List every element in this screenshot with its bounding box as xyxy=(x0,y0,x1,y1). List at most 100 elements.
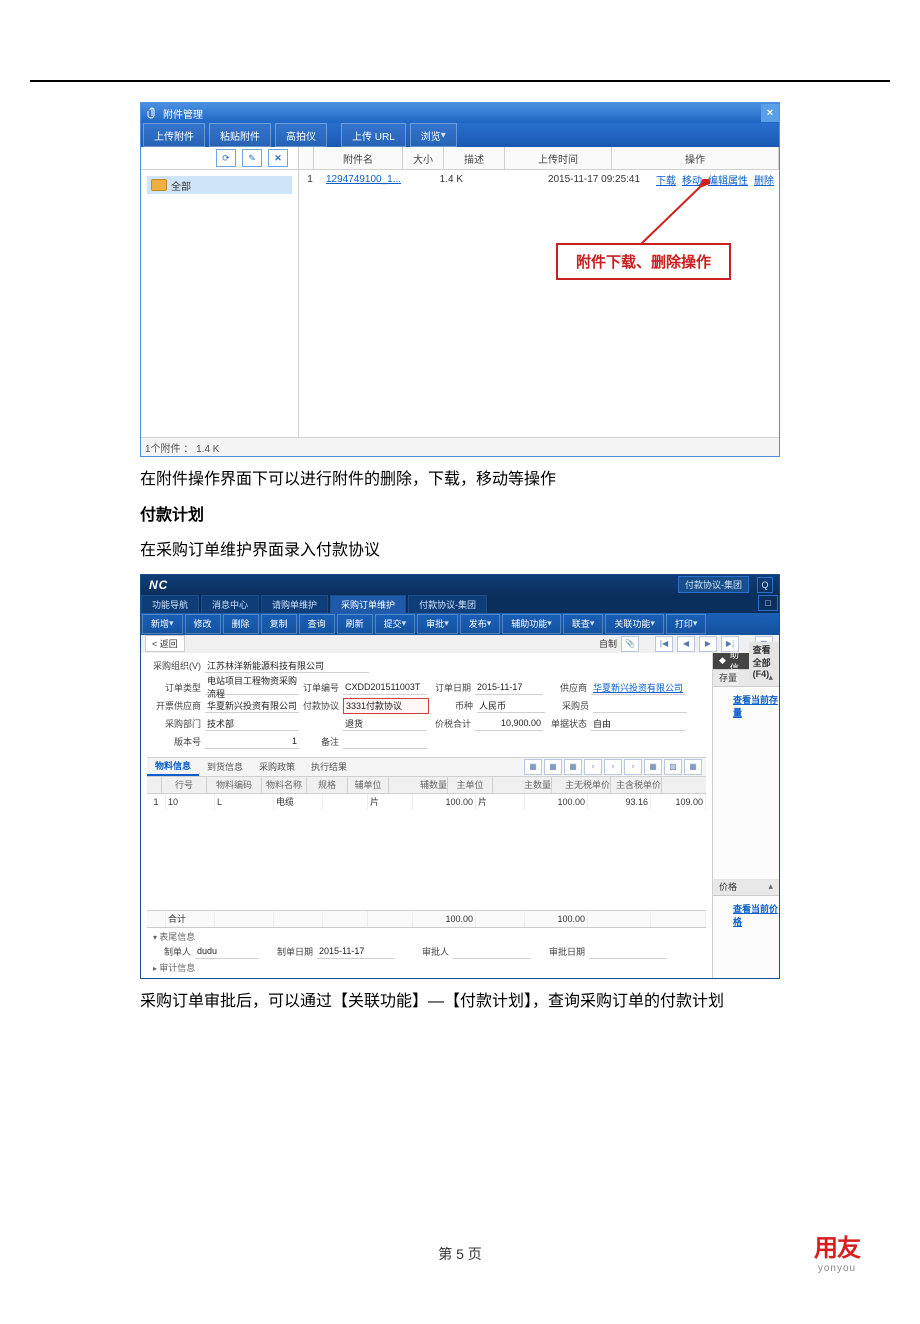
field-supplier[interactable]: 华夏新兴投资有限公司 xyxy=(591,680,685,695)
field-currency[interactable]: 人民币 xyxy=(477,698,545,713)
paste-file-button[interactable]: 粘贴附件 xyxy=(209,123,271,147)
erp-back-row: < 返回 自制 📎 |◀ ◀ ▶ ▶| ▦ xyxy=(141,635,779,653)
self-made-label: 自制 xyxy=(599,637,617,650)
query-button[interactable]: 查询 xyxy=(299,614,335,634)
detail-tabs: 物料信息 到货信息 采购政策 执行结果 ▦ ▦ ▦ ▫ ▫ ▫ ▦ ▧ xyxy=(147,757,706,777)
erp-form: 采购组织(V) 江苏林洋新能源科技有限公司 订单类型电站项目工程物资采购流程 订… xyxy=(141,653,712,978)
grid-tool-icon[interactable]: ▧ xyxy=(664,759,682,775)
collapse-icon[interactable]: ▴ xyxy=(768,881,779,892)
grid-tool-icon[interactable]: ▦ xyxy=(564,759,582,775)
annotation-callout: 附件下载、删除操作 xyxy=(556,243,731,280)
upload-file-button[interactable]: 上传附件 xyxy=(143,123,205,147)
col-size: 大小 xyxy=(403,147,444,169)
body-text: 在附件操作界面下可以进行附件的删除，下载，移动等操作 xyxy=(140,467,780,493)
tab-func-nav[interactable]: 功能导航 xyxy=(141,595,199,613)
section-heading: 付款计划 xyxy=(140,503,780,529)
grid-tool-icon[interactable]: ▫ xyxy=(624,759,642,775)
grid-tool-icon[interactable]: ▦ xyxy=(544,759,562,775)
refresh-icon[interactable]: ⟳ xyxy=(216,149,236,167)
collapse-icon[interactable]: ▴ xyxy=(768,672,779,683)
field-return[interactable]: 退货 xyxy=(343,716,427,731)
detail-grid-row[interactable]: 1 10 L 电缆 片 100.00 片 100.00 93.16 109.00 xyxy=(147,794,706,810)
dispatch-button[interactable]: 发布 xyxy=(460,614,501,634)
review-button[interactable]: 审批 xyxy=(417,614,458,634)
view-stock-link[interactable]: 查看当前存量 xyxy=(713,687,779,719)
field-creator: dudu xyxy=(195,944,259,959)
maximize-icon[interactable]: □ xyxy=(758,595,778,611)
refresh-button[interactable]: 刷新 xyxy=(337,614,373,634)
grid-tool-icon[interactable]: ▦ xyxy=(524,759,542,775)
upload-url-button[interactable]: 上传 URL xyxy=(341,123,406,147)
delete-folder-icon[interactable]: ✕ xyxy=(268,149,288,167)
attachment-row[interactable]: 1 1294749100_1... 1.4 K 2015-11-17 09:25… xyxy=(299,170,779,188)
col-desc: 描述 xyxy=(444,147,505,169)
next-icon[interactable]: ▶ xyxy=(699,636,717,652)
field-order-no[interactable]: CXDD201511003T xyxy=(343,680,427,695)
move-link[interactable]: 移动 xyxy=(682,172,702,187)
browse-button[interactable]: 浏览 xyxy=(410,123,457,147)
field-purchase-org[interactable]: 江苏林洋新能源科技有限公司 xyxy=(205,658,369,673)
attachment-icon[interactable]: 📎 xyxy=(621,636,639,652)
new-button[interactable]: 新增 xyxy=(142,614,183,634)
download-link[interactable]: 下载 xyxy=(656,172,676,187)
field-dept[interactable]: 技术部 xyxy=(205,716,299,731)
audit-info-section[interactable]: 审计信息 xyxy=(147,961,706,974)
global-search-field[interactable]: 付款协议-集团 xyxy=(678,576,749,593)
body-text: 采购订单审批后，可以通过【关联功能】—【付款计划】，查询采购订单的付款计划 xyxy=(140,989,780,1015)
aux-button[interactable]: 辅助功能 xyxy=(502,614,561,634)
field-review-date xyxy=(589,944,667,959)
back-button[interactable]: < 返回 xyxy=(145,635,185,652)
edit-button[interactable]: 修改 xyxy=(185,614,221,634)
attachment-name-link[interactable]: 1294749100_1... xyxy=(322,174,419,185)
col-time: 上传时间 xyxy=(505,147,612,169)
link-button[interactable]: 联查 xyxy=(563,614,604,634)
first-icon[interactable]: |◀ xyxy=(655,636,673,652)
edit-icon[interactable]: ✎ xyxy=(242,149,262,167)
field-remark[interactable] xyxy=(343,734,427,749)
field-order-type[interactable]: 电站项目工程物资采购流程 xyxy=(205,680,299,695)
field-purchaser[interactable] xyxy=(593,698,687,713)
print-button[interactable]: 打印 xyxy=(666,614,707,634)
page-number: 第 5 页 xyxy=(0,1244,920,1264)
body-text: 在采购订单维护界面录入付款协议 xyxy=(140,538,780,564)
grid-tool-icon[interactable]: ▫ xyxy=(604,759,622,775)
edit-props-link[interactable]: 编辑属性 xyxy=(708,172,748,187)
submit-button[interactable]: 提交 xyxy=(375,614,416,634)
field-create-date: 2015-11-17 xyxy=(317,944,395,959)
field-status: 自由 xyxy=(591,716,685,731)
tab-msg-center[interactable]: 消息中心 xyxy=(201,595,259,613)
tab-result[interactable]: 执行结果 xyxy=(303,758,355,775)
field-pay-agreement[interactable]: 3331付款协议 xyxy=(343,698,429,714)
delete-link[interactable]: 删除 xyxy=(754,172,774,187)
attachment-list: 附件名 大小 描述 上传时间 操作 1 1294749100_1... 1.4 … xyxy=(299,147,779,437)
tab-arrival[interactable]: 到货信息 xyxy=(199,758,251,775)
tab-pay-agreement[interactable]: 付款协议-集团 xyxy=(408,595,487,613)
footer-info-section[interactable]: 表尾信息 xyxy=(147,930,706,943)
related-button[interactable]: 关联功能 xyxy=(605,614,664,634)
grid-tool-icon[interactable]: ▫ xyxy=(584,759,602,775)
erp-toolbar: 新增 修改 删除 复制 查询 刷新 提交 审批 发布 辅助功能 联查 关联功能 … xyxy=(141,613,779,635)
tab-policy[interactable]: 采购政策 xyxy=(251,758,303,775)
erp-window: NC 付款协议-集团 Q 功能导航 消息中心 请购单维护 采购订单维护 付款协议… xyxy=(140,574,780,979)
delete-button[interactable]: 删除 xyxy=(223,614,259,634)
tab-req-maint[interactable]: 请购单维护 xyxy=(261,595,328,613)
field-version: 1 xyxy=(205,734,299,749)
nc-logo: NC xyxy=(141,578,678,592)
tab-material[interactable]: 物料信息 xyxy=(147,757,199,776)
attachment-icon xyxy=(145,106,159,120)
folder-all[interactable]: 全部 xyxy=(147,176,292,194)
field-invoice-supplier[interactable]: 华夏新兴投资有限公司 xyxy=(205,698,299,713)
folder-label: 全部 xyxy=(171,178,191,193)
search-icon[interactable]: Q xyxy=(757,577,773,593)
calendar-icon[interactable]: ▦ xyxy=(684,759,702,775)
close-button[interactable]: × xyxy=(761,104,779,122)
copy-button[interactable]: 复制 xyxy=(261,614,297,634)
camera-button[interactable]: 高拍仪 xyxy=(275,123,327,147)
prev-icon[interactable]: ◀ xyxy=(677,636,695,652)
attachment-toolbar: 上传附件 粘贴附件 高拍仪 上传 URL 浏览 xyxy=(141,123,779,147)
grid-tool-icon[interactable]: ▦ xyxy=(644,759,662,775)
field-reviewer xyxy=(453,944,531,959)
view-price-link[interactable]: 查看当前价格 xyxy=(713,896,779,928)
field-order-date[interactable]: 2015-11-17 xyxy=(475,680,543,695)
tab-po-maint[interactable]: 采购订单维护 xyxy=(330,595,406,613)
